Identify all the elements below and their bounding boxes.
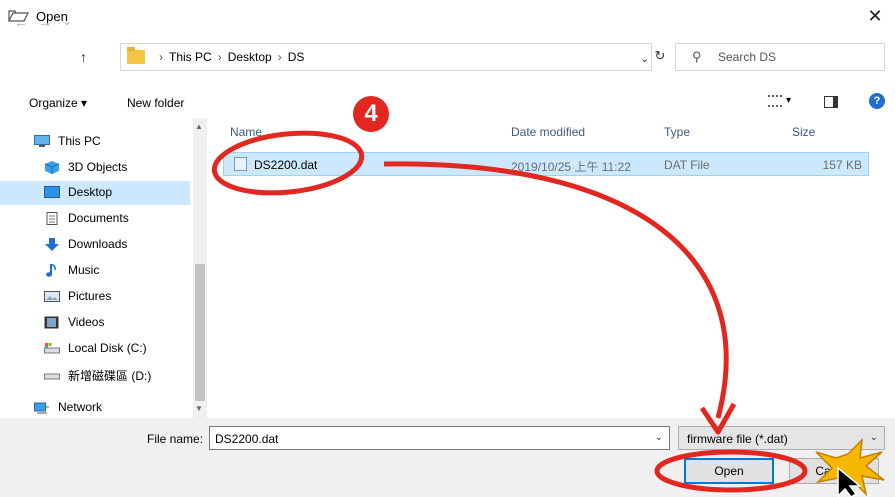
- sidebar-item-music[interactable]: Music: [44, 259, 204, 283]
- breadcrumb-separator: ›: [159, 50, 163, 64]
- scroll-up-arrow-icon[interactable]: ▲: [195, 122, 203, 131]
- sidebar-item-network[interactable]: Network: [34, 396, 194, 420]
- sidebar-item-label: Network: [58, 400, 103, 414]
- cube-icon: [44, 161, 60, 174]
- breadcrumb-this-pc[interactable]: This PC: [169, 50, 212, 64]
- preview-pane-icon[interactable]: [824, 96, 838, 108]
- file-name-value: DS2200.dat: [215, 432, 279, 446]
- forward-button[interactable]: →: [38, 14, 52, 30]
- sidebar-item-local-disk-c[interactable]: Local Disk (C:): [44, 337, 204, 361]
- column-header-size[interactable]: Size: [792, 125, 815, 139]
- document-icon: [46, 212, 58, 225]
- view-options-icon[interactable]: [768, 95, 782, 107]
- up-button[interactable]: ↑: [80, 49, 87, 65]
- pictures-icon: [44, 291, 60, 302]
- annotation-arrow-path: [383, 161, 729, 419]
- download-icon: [45, 238, 59, 251]
- scroll-down-arrow-icon[interactable]: ▼: [195, 404, 203, 413]
- organize-button[interactable]: Organize ▾: [29, 96, 87, 110]
- video-icon: [44, 316, 59, 329]
- network-icon: [34, 402, 49, 414]
- view-dropdown-icon[interactable]: ▾: [786, 95, 791, 106]
- chevron-down-icon[interactable]: ⌄: [655, 432, 663, 443]
- file-size: 157 KB: [822, 158, 862, 172]
- sidebar-item-label: This PC: [58, 134, 101, 148]
- title-bar: Open ✕: [0, 0, 895, 34]
- file-icon: [234, 157, 247, 171]
- sidebar-item-desktop[interactable]: Desktop: [0, 181, 190, 205]
- file-name-label: File name:: [147, 432, 204, 446]
- step-number-badge: 4: [353, 96, 389, 132]
- sidebar-item-label: Local Disk (C:): [68, 341, 147, 355]
- back-button[interactable]: ←: [14, 14, 28, 30]
- sidebar-item-label: Videos: [68, 315, 105, 329]
- file-type-value: firmware file (*.dat): [687, 432, 788, 446]
- sidebar-item-pictures[interactable]: Pictures: [44, 285, 204, 309]
- sidebar-item-documents[interactable]: Documents: [44, 207, 204, 231]
- sidebar-item-label: Music: [68, 263, 100, 277]
- breadcrumb-ds[interactable]: DS: [288, 50, 305, 64]
- help-icon[interactable]: ?: [869, 93, 885, 109]
- refresh-button[interactable]: ↻: [645, 43, 675, 71]
- chevron-down-icon[interactable]: ⌄: [870, 432, 878, 443]
- file-name-input[interactable]: DS2200.dat ⌄: [209, 426, 670, 450]
- cancel-button[interactable]: Cancel: [789, 458, 879, 484]
- breadcrumb: › This PC › Desktop › DS: [153, 50, 304, 64]
- file-type-select[interactable]: firmware file (*.dat) ⌄: [678, 426, 885, 450]
- scrollbar-thumb[interactable]: [195, 264, 205, 401]
- music-icon: [46, 264, 56, 277]
- column-header-name[interactable]: Name: [230, 125, 262, 139]
- sidebar-item-downloads[interactable]: Downloads: [44, 233, 204, 257]
- file-date: 2019/10/25 上午 11:22: [511, 160, 631, 174]
- sidebar-item-label: Documents: [68, 211, 129, 225]
- open-button[interactable]: Open: [684, 458, 774, 484]
- folder-icon: [127, 47, 145, 64]
- file-row[interactable]: DS2200.dat 2019/10/25 上午 11:22 DAT File …: [223, 152, 869, 176]
- new-folder-button[interactable]: New folder: [127, 96, 184, 110]
- file-name: DS2200.dat: [254, 158, 318, 172]
- search-placeholder: Search DS: [718, 50, 777, 64]
- sidebar-item-videos[interactable]: Videos: [44, 311, 204, 335]
- sidebar-item-3d-objects[interactable]: 3D Objects: [44, 156, 204, 180]
- recent-locations-button[interactable]: ⌄: [62, 14, 72, 28]
- column-header-date[interactable]: Date modified: [511, 125, 585, 139]
- sidebar-scrollbar[interactable]: ▲ ▼: [193, 118, 207, 418]
- close-button[interactable]: ✕: [855, 0, 895, 34]
- sidebar-item-label: 新增磁碟區 (D:): [68, 369, 152, 383]
- search-icon: ⚲: [692, 49, 702, 64]
- file-type: DAT File: [664, 158, 710, 172]
- search-input[interactable]: ⚲ Search DS: [675, 43, 885, 71]
- pc-icon: [34, 135, 50, 147]
- sidebar-item-label: 3D Objects: [68, 160, 128, 174]
- sidebar-item-label: Downloads: [68, 237, 128, 251]
- open-dialog: Open ✕ ← → ⌄ ↑ › This PC › Desktop › DS ⌄ ↻ ⚲…: [0, 0, 895, 497]
- sidebar-item-label: Pictures: [68, 289, 112, 303]
- drive-icon: [44, 373, 60, 380]
- address-bar[interactable]: › This PC › Desktop › DS: [120, 43, 652, 71]
- breadcrumb-separator: ›: [217, 50, 222, 64]
- desktop-icon: [44, 186, 60, 198]
- breadcrumb-separator: ›: [277, 50, 282, 64]
- sidebar-item-this-pc[interactable]: This PC: [34, 130, 194, 154]
- sidebar-item-label: Desktop: [68, 185, 113, 199]
- breadcrumb-desktop[interactable]: Desktop: [228, 50, 272, 64]
- column-header-type[interactable]: Type: [664, 125, 690, 139]
- sidebar-item-volume-d[interactable]: 新增磁碟區 (D:): [44, 363, 204, 387]
- drive-icon: [44, 343, 60, 354]
